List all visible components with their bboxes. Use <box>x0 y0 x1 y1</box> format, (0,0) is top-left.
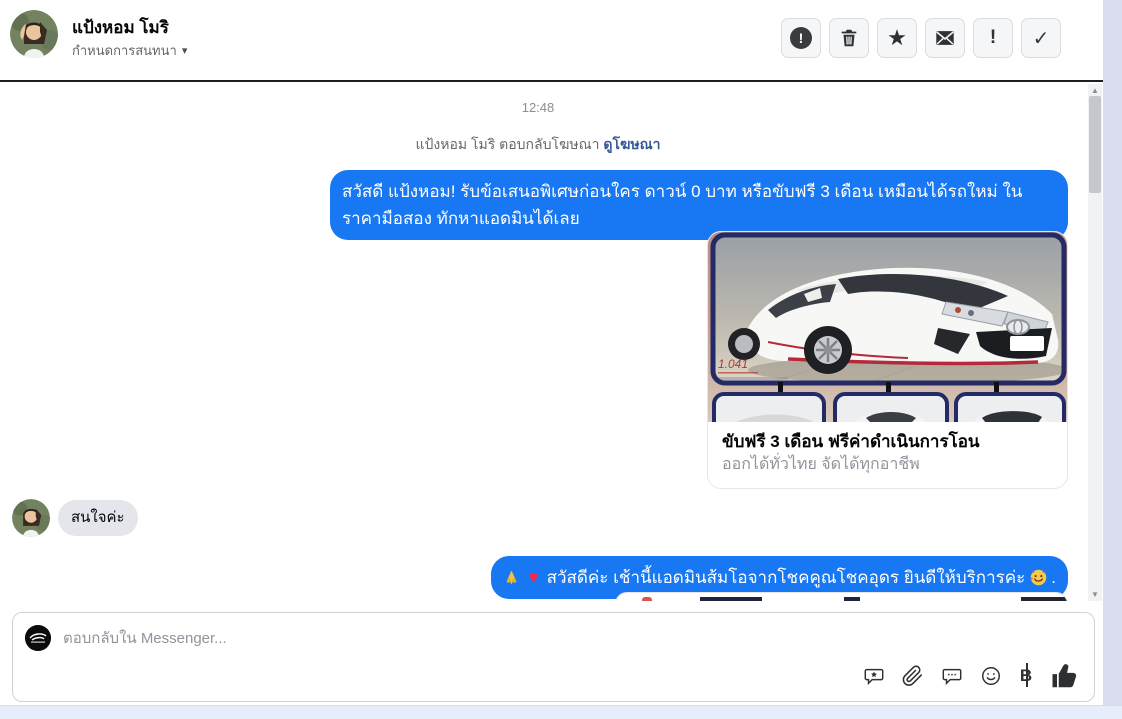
mark-unread-button[interactable] <box>925 18 965 58</box>
page-background-strip <box>0 705 1122 719</box>
trash-icon <box>841 29 857 47</box>
contact-avatar-image <box>10 10 58 58</box>
view-ad-link[interactable]: ดูโฆษณา <box>603 136 660 152</box>
messenger-inbox-window: แป้งหอม โมริ กำหนดการสนทนา ▾ ! ★ ! ✓ 12:… <box>0 0 1122 719</box>
greeting-text: สวัสดีค่ะ เช้านี้แอดมินส้มโอจากโชคคูณโชค… <box>546 568 1026 587</box>
conversation-header: แป้งหอม โมริ กำหนดการสนทนา ▾ ! ★ ! ✓ <box>0 0 1103 82</box>
system-message-text: แป้งหอม โมริ ตอบกลับโฆษณา <box>415 136 600 152</box>
incoming-message-interested: สนใจค่ะ <box>58 500 138 536</box>
emoji-icon[interactable] <box>980 665 1002 687</box>
partial-attachment-card <box>615 592 1068 601</box>
conversation-schedule-dropdown[interactable]: กำหนดการสนทนา ▾ <box>72 40 187 61</box>
scrollbar-thumb[interactable] <box>1089 96 1101 193</box>
system-message: แป้งหอม โมริ ตอบกลับโฆษณา ดูโฆษณา <box>0 134 1076 156</box>
chevron-down-icon: ▾ <box>181 45 188 57</box>
contact-avatar-small <box>12 499 50 537</box>
greeting-trailing: . <box>1051 568 1056 587</box>
check-icon: ✓ <box>1032 27 1050 50</box>
ad-card-caption: ขับฟรี 3 เดือน ฟรีค่าดำเนินการโอน ออกได้… <box>708 422 1067 488</box>
reply-composer: B <box>12 612 1095 702</box>
attachment-icon[interactable] <box>902 665 924 687</box>
flag-spam-button[interactable]: ! <box>973 18 1013 58</box>
message-list: 12:48 แป้งหอม โมริ ตอบกลับโฆษณา ดูโฆษณา … <box>0 84 1103 601</box>
alert-circle-icon: ! <box>790 27 812 49</box>
reply-input[interactable] <box>63 623 963 653</box>
report-button[interactable]: ! <box>781 18 821 58</box>
incoming-message-row: สนใจค่ะ <box>12 499 138 537</box>
mark-done-button[interactable]: ✓ <box>1021 18 1061 58</box>
page-logo-avatar <box>25 625 51 651</box>
chat-scrollbar[interactable]: ▲ ▼ <box>1088 84 1102 601</box>
timestamp: 12:48 <box>521 100 555 115</box>
scroll-up-arrow-icon[interactable]: ▲ <box>1088 86 1102 95</box>
thumbnail-frames <box>712 392 1066 422</box>
contact-name: แป้งหอม โมริ <box>72 18 169 37</box>
saved-replies-icon[interactable] <box>863 665 885 687</box>
scroll-down-arrow-icon[interactable]: ▼ <box>1088 590 1102 599</box>
car-collage-image: 1.041 <box>708 232 1067 422</box>
conversation-toolbar: ! ★ ! ✓ <box>781 18 1061 58</box>
conversation-panel: แป้งหอม โมริ กำหนดการสนทนา ▾ ! ★ ! ✓ 12:… <box>0 0 1103 705</box>
image-watermark: 1.041 <box>718 357 748 371</box>
composer-actions: B <box>863 661 1080 691</box>
ad-card-subtitle: ออกได้ทั่วไทย จัดได้ทุกอาชีพ <box>722 456 920 473</box>
outgoing-message-offer: สวัสดี แป้งหอม! รับข้อเสนอพิเศษก่อนใคร ด… <box>330 170 1068 240</box>
exclamation-icon: ! <box>989 27 997 48</box>
ad-card-title: ขับฟรี 3 เดือน ฟรีค่าดำเนินการโอน <box>722 432 980 451</box>
comment-icon[interactable] <box>941 665 963 687</box>
folded-hands-emoji <box>503 569 521 587</box>
smiling-face-with-hearts-emoji <box>1029 569 1047 587</box>
ad-attachment-card[interactable]: 1.041 ขับฟรี 3 เดือน ฟรีค่าดำเนินการโอน … <box>707 231 1068 489</box>
contact-avatar[interactable] <box>10 10 58 58</box>
red-heart-emoji: ♥ <box>528 568 539 587</box>
payment-baht-icon[interactable]: B <box>1019 663 1033 687</box>
star-icon: ★ <box>887 25 907 50</box>
like-thumb-icon[interactable] <box>1050 661 1080 691</box>
delete-button[interactable] <box>829 18 869 58</box>
envelope-icon <box>936 31 954 45</box>
star-button[interactable]: ★ <box>877 18 917 58</box>
schedule-label: กำหนดการสนทนา <box>72 43 177 58</box>
